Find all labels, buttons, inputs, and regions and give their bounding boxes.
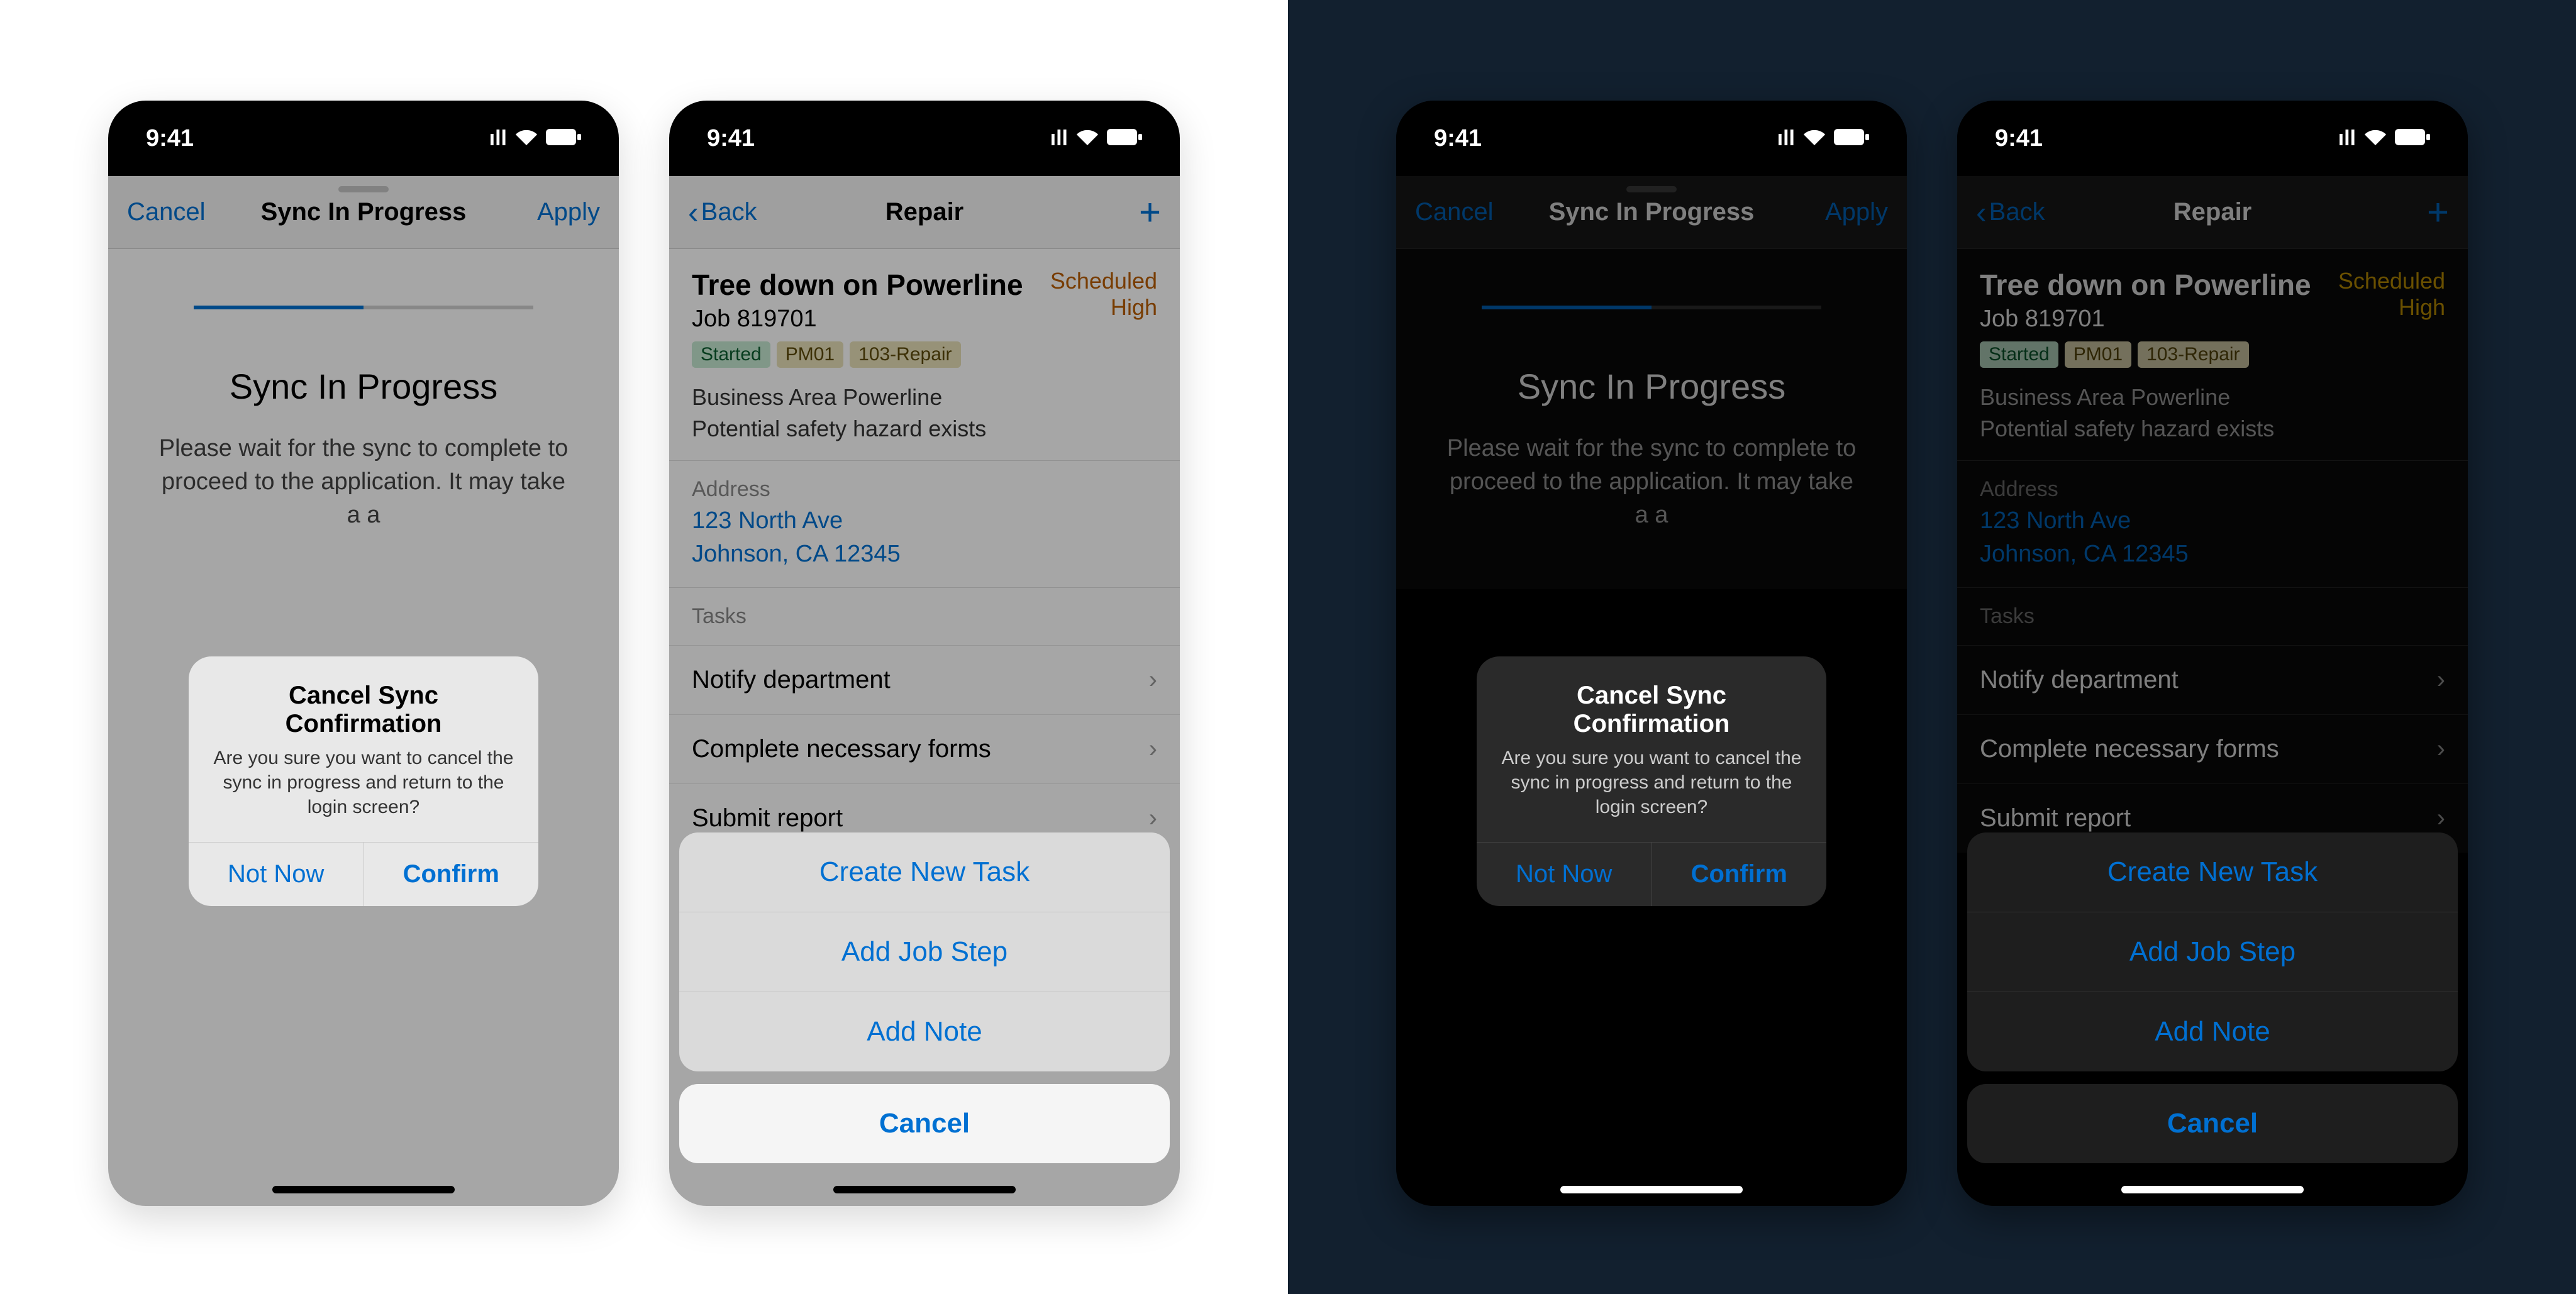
- home-indicator[interactable]: [833, 1186, 1016, 1193]
- status-time: 9:41: [146, 125, 194, 152]
- status-bar: 9:41 ıll: [1957, 101, 2468, 176]
- home-indicator[interactable]: [1560, 1186, 1743, 1193]
- add-job-step-button[interactable]: Add Job Step: [679, 912, 1170, 992]
- status-icons: ıll: [1777, 126, 1869, 151]
- battery-icon: [546, 126, 581, 151]
- add-note-button[interactable]: Add Note: [679, 992, 1170, 1071]
- dark-pane: 9:41 ıll Cancel Sync In Progress Apply: [1288, 0, 2576, 1294]
- light-pane: 9:41 ıll Cancel Sync In Progress Apply: [0, 0, 1288, 1294]
- alert-dialog: Cancel Sync Confirmation Are you sure yo…: [1477, 656, 1826, 906]
- create-task-button[interactable]: Create New Task: [679, 832, 1170, 912]
- wifi-icon: [2363, 126, 2387, 151]
- action-sheet: Create New Task Add Job Step Add Note Ca…: [679, 832, 1170, 1163]
- alert-title: Cancel Sync Confirmation: [1496, 682, 1807, 738]
- signal-icon: ıll: [2338, 126, 2356, 151]
- status-time: 9:41: [1434, 125, 1482, 152]
- add-job-step-button[interactable]: Add Job Step: [1967, 912, 2458, 992]
- status-bar: 9:41 ıll: [669, 101, 1180, 176]
- status-icons: ıll: [2338, 126, 2430, 151]
- battery-icon: [2395, 126, 2430, 151]
- alert-message: Are you sure you want to cancel the sync…: [1496, 746, 1807, 819]
- create-task-button[interactable]: Create New Task: [1967, 832, 2458, 912]
- add-note-button[interactable]: Add Note: [1967, 992, 2458, 1071]
- action-sheet: Create New Task Add Job Step Add Note Ca…: [1967, 832, 2458, 1163]
- wifi-icon: [1075, 126, 1099, 151]
- status-time: 9:41: [1995, 125, 2043, 152]
- status-bar: 9:41 ıll: [108, 101, 619, 176]
- confirm-button[interactable]: Confirm: [364, 843, 539, 906]
- confirm-button[interactable]: Confirm: [1652, 843, 1827, 906]
- not-now-button[interactable]: Not Now: [189, 843, 364, 906]
- action-cancel-button[interactable]: Cancel: [679, 1084, 1170, 1163]
- phone-sync-dark: 9:41 ıll Cancel Sync In Progress Apply: [1396, 101, 1907, 1206]
- signal-icon: ıll: [1777, 126, 1795, 151]
- home-indicator[interactable]: [272, 1186, 455, 1193]
- wifi-icon: [514, 126, 538, 151]
- home-indicator[interactable]: [2121, 1186, 2304, 1193]
- phone-repair-dark: 9:41 ıll ‹ Back Repair +: [1957, 101, 2468, 1206]
- battery-icon: [1834, 126, 1869, 151]
- not-now-button[interactable]: Not Now: [1477, 843, 1652, 906]
- battery-icon: [1107, 126, 1142, 151]
- status-bar: 9:41 ıll: [1396, 101, 1907, 176]
- action-cancel-button[interactable]: Cancel: [1967, 1084, 2458, 1163]
- phone-repair-light: 9:41 ıll ‹ Back Repair +: [669, 101, 1180, 1206]
- alert-title: Cancel Sync Confirmation: [208, 682, 519, 738]
- wifi-icon: [1802, 126, 1826, 151]
- status-time: 9:41: [707, 125, 755, 152]
- signal-icon: ıll: [1050, 126, 1068, 151]
- alert-dialog: Cancel Sync Confirmation Are you sure yo…: [189, 656, 538, 906]
- phone-sync-light: 9:41 ıll Cancel Sync In Progress Apply: [108, 101, 619, 1206]
- signal-icon: ıll: [489, 126, 507, 151]
- status-icons: ıll: [1050, 126, 1142, 151]
- alert-message: Are you sure you want to cancel the sync…: [208, 746, 519, 819]
- status-icons: ıll: [489, 126, 581, 151]
